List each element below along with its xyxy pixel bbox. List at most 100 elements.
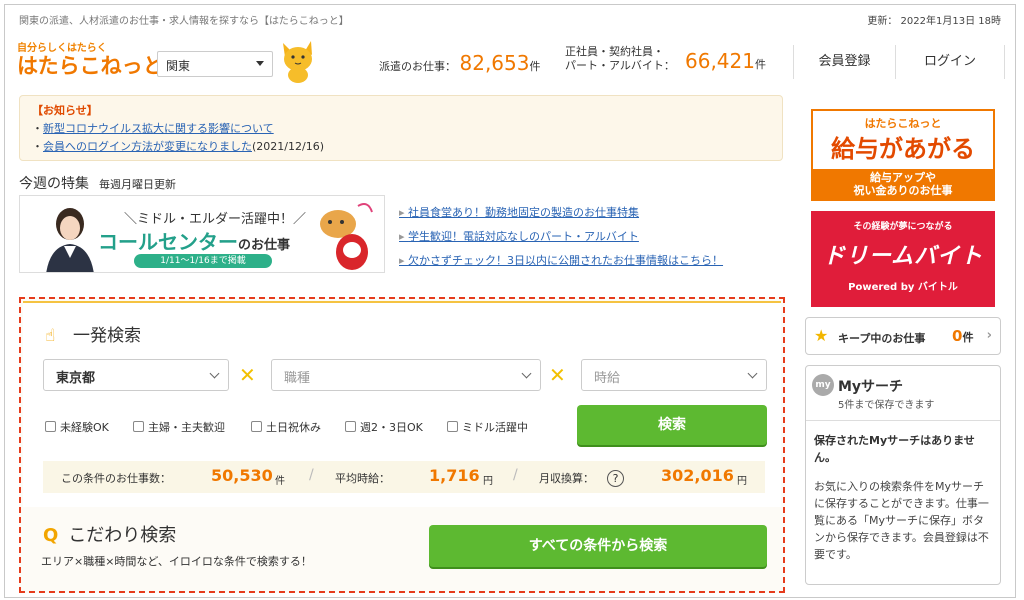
seishain-label: 正社員・契約社員・ パート・アルバイト：: [565, 45, 675, 73]
checkbox-homemaker[interactable]: 主婦・主夫歓迎: [133, 419, 225, 435]
ad-dream-baito[interactable]: その経験が夢につながる ドリームバイト Powered by バイトル: [811, 211, 995, 307]
prefecture-value: 東京都: [56, 371, 96, 386]
region-value: 関東: [166, 59, 191, 73]
logo-subtitle: 自分らしくはたらく: [17, 43, 107, 54]
ad1-sub: 給与アップや 祝い金ありのお仕事: [813, 169, 993, 199]
count-label: この条件のお仕事数：: [61, 472, 171, 485]
haken-label: 派遣のお仕事：: [379, 60, 456, 73]
pointing-hand-icon: ☝: [45, 326, 56, 346]
dog-daruma-icon: [320, 203, 373, 270]
chevron-right-icon: ›: [986, 328, 992, 343]
job-type-placeholder: 職種: [284, 371, 311, 386]
my-search-title: Myサーチ: [838, 379, 904, 395]
checkbox-2-3-days[interactable]: 週2・3日OK: [345, 419, 423, 435]
star-icon: ★: [814, 326, 829, 345]
feature-link-students[interactable]: 学生歓迎！電話対応なしのパート・アルバイト: [399, 225, 723, 249]
chevron-down-icon: [521, 368, 532, 379]
checkbox-weekends-off[interactable]: 土日祝休み: [251, 419, 321, 435]
count-unit: 件: [275, 476, 285, 487]
kodawari-heading: Q こだわり検索: [43, 521, 176, 547]
quick-search: ☝ 一発検索 東京都 ✕ 職種 ✕ 時給 未経験OK 主婦・主夫歓迎 土日祝休み …: [23, 301, 781, 507]
divider-slash: /: [513, 467, 518, 483]
checkbox-label: 主婦・主夫歓迎: [148, 421, 225, 434]
notice-date: (2021/12/16): [252, 140, 324, 153]
keep-jobs-button[interactable]: ★ キープ中のお仕事 0件 ›: [805, 317, 1001, 355]
all-conditions-search-button[interactable]: すべての条件から検索: [429, 525, 767, 567]
cross-icon: ✕: [239, 363, 256, 387]
feature-banner[interactable]: ＼ミドル・エルダー活躍中！／ コールセンターのお仕事 1/11～1/16まで掲載: [19, 195, 385, 273]
seishain-unit: 件: [754, 58, 766, 71]
job-type-select[interactable]: 職種: [271, 359, 541, 391]
cat-mascot-icon: [283, 41, 312, 83]
ad2-title: ドリームバイト: [822, 244, 984, 269]
my-search-description: お気に入りの検索条件をMyサーチに保存することができます。仕事一覧にある「Myサ…: [814, 480, 989, 561]
top-bar: 関東の派遣、人材派遣のお仕事・求人情報を探すなら【はたらこねっと】 更新： 20…: [5, 5, 1015, 29]
divider-slash: /: [309, 467, 314, 483]
notice-link-corona[interactable]: 新型コロナウイルス拡大に関する影響について: [43, 122, 274, 135]
ad1-title: 給与があがる: [831, 135, 975, 163]
checkbox-label: 未経験OK: [60, 421, 109, 434]
banner-title: コールセンターのお仕事: [98, 226, 290, 255]
feature-link-new[interactable]: 欠かさずチェック！3日以内に公開されたお仕事情報はこちら！: [399, 249, 723, 273]
prefecture-select[interactable]: 東京都: [43, 359, 229, 391]
divider: [806, 420, 1000, 421]
haken-number: 82,653: [459, 51, 530, 75]
update-time: 更新： 2022年1月13日 18時: [867, 16, 1001, 27]
keep-count: 0件: [952, 327, 973, 345]
checkbox-inexperienced[interactable]: 未経験OK: [45, 419, 109, 435]
monthly-label: 月収換算：: [539, 472, 594, 485]
checkbox-label: 週2・3日OK: [360, 421, 423, 434]
search-panel: ☝ 一発検索 東京都 ✕ 職種 ✕ 時給 未経験OK 主婦・主夫歓迎 土日祝休み …: [19, 297, 785, 593]
quick-search-title: 一発検索: [73, 326, 141, 346]
site-logo[interactable]: 自分らしくはたらく はたらこねっと: [17, 39, 164, 78]
checkbox-box[interactable]: [45, 421, 56, 432]
feature-title: 今週の特集: [19, 176, 89, 192]
pay-placeholder: 時給: [594, 371, 621, 386]
quick-search-heading: ☝ 一発検索: [45, 321, 141, 346]
ad2-powered: Powered by バイトル: [848, 282, 958, 293]
seishain-count[interactable]: 66,421件: [685, 49, 766, 73]
chevron-down-icon: [747, 368, 758, 379]
register-button[interactable]: 会員登録: [793, 45, 895, 79]
feature-links: 社員食堂あり！勤務地固定の製造のお仕事特集 学生歓迎！電話対応なしのパート・アル…: [399, 201, 723, 273]
search-button[interactable]: 検索: [577, 405, 767, 445]
avg-unit: 円: [483, 476, 493, 487]
ad1-sub-line1: 給与アップや: [870, 171, 936, 184]
banner-title-suffix: のお仕事: [238, 238, 291, 253]
notice-link-login[interactable]: 会員へのログイン方法が変更になりました: [43, 140, 252, 153]
checkbox-box[interactable]: [345, 421, 356, 432]
feature-link-factory[interactable]: 社員食堂あり！勤務地固定の製造のお仕事特集: [399, 201, 723, 225]
checkbox-middle[interactable]: ミドル活躍中: [447, 419, 528, 435]
caret-down-icon: [256, 61, 264, 66]
site-tagline: 関東の派遣、人材派遣のお仕事・求人情報を探すなら【はたらこねっと】: [19, 16, 349, 27]
region-select[interactable]: 関東: [157, 51, 273, 77]
ad-salary-up[interactable]: はたらこねっと 給与があがる 給与アップや 祝い金ありのお仕事: [811, 109, 995, 201]
keep-count-unit: 件: [962, 331, 974, 344]
kodawari-subtitle: エリア×職種×時間など、イロイロな条件で検索する！: [41, 555, 312, 568]
haken-unit: 件: [529, 60, 541, 73]
checkbox-label: 土日祝休み: [266, 421, 321, 434]
help-question-icon[interactable]: ?: [607, 470, 624, 487]
login-button[interactable]: ログイン: [895, 45, 1005, 79]
pay-select[interactable]: 時給: [581, 359, 767, 391]
operator-person-icon: [46, 208, 94, 272]
ad1-sub-line2: 祝い金ありのお仕事: [853, 184, 953, 197]
page-frame: 関東の派遣、人材派遣のお仕事・求人情報を探すなら【はたらこねっと】 更新： 20…: [4, 4, 1016, 598]
my-search-empty: 保存されたMyサーチはありません。: [814, 434, 975, 464]
keep-count-value: 0: [952, 327, 963, 345]
checkbox-box[interactable]: [251, 421, 262, 432]
my-search-icon: my: [812, 374, 834, 396]
header: 自分らしくはたらく はたらこねっと 関東 派遣のお仕事： 82,653件 正社員…: [5, 29, 1015, 89]
haken-count[interactable]: 派遣のお仕事： 82,653件: [379, 51, 540, 75]
ad2-tagline: その経験が夢につながる: [853, 222, 953, 232]
notice-item: ・新型コロナウイルス拡大に関する影響について: [32, 122, 274, 135]
logo-title: はたらこねっと: [17, 54, 164, 78]
checkbox-box[interactable]: [133, 421, 144, 432]
notice-box: 【お知らせ】 ・新型コロナウイルス拡大に関する影響について ・会員へのログイン方…: [19, 95, 783, 161]
keep-label: キープ中のお仕事: [838, 332, 926, 345]
seishain-label-1: 正社員・契約社員・: [565, 45, 664, 58]
seishain-label-2: パート・アルバイト：: [565, 59, 675, 72]
seishain-number: 66,421: [685, 49, 755, 73]
banner-title-main: コールセンター: [98, 230, 238, 254]
checkbox-box[interactable]: [447, 421, 458, 432]
